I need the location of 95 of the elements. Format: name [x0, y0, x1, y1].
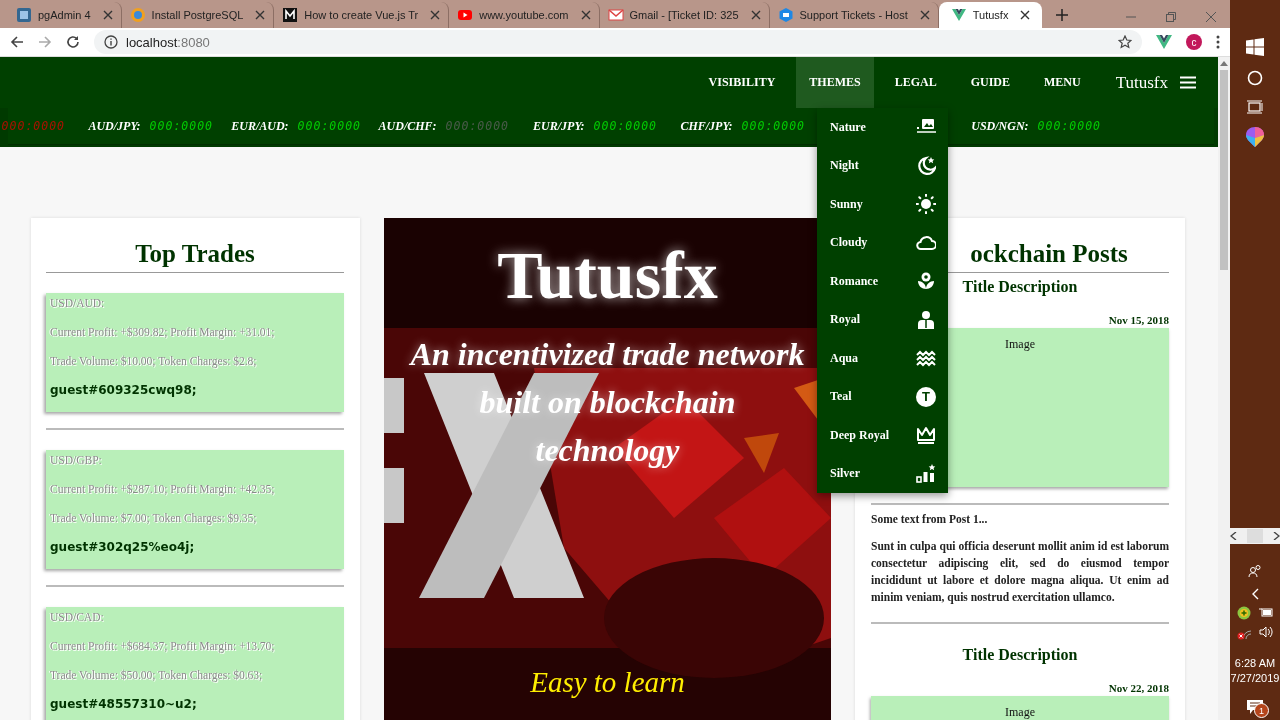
nav-link[interactable]: THEMES	[796, 57, 874, 108]
favicon-icon	[457, 7, 474, 23]
task-view-icon[interactable]	[1247, 100, 1263, 114]
nav-link[interactable]: MENU	[1031, 57, 1094, 108]
favicon-icon	[607, 7, 624, 23]
trade-volume: Trade Volume: $10.00; Token Charges: $2.8;	[50, 354, 258, 370]
nav-link[interactable]: GUIDE	[957, 57, 1024, 108]
scrollbar-thumb[interactable]	[1220, 70, 1228, 270]
theme-option[interactable]: Silver	[817, 454, 948, 493]
currency-pair: CHF/JPY:	[680, 118, 733, 134]
scroll-right-icon[interactable]	[1272, 532, 1280, 540]
trade-user: guest#48557310~u2;	[50, 696, 198, 712]
plus-badge-icon[interactable]	[1237, 606, 1251, 620]
image-label: Image	[1005, 705, 1035, 719]
favicon-icon	[16, 7, 32, 23]
theme-option[interactable]: Teal T	[817, 377, 948, 416]
brand-name: Tutusfx	[1115, 71, 1168, 94]
person-icon	[916, 309, 936, 330]
back-icon[interactable]	[10, 35, 24, 49]
rate-value: 000:0000	[297, 118, 361, 133]
rate-value: 000:0000	[1037, 118, 1101, 133]
trade-user: guest#609325cwq98;	[50, 382, 198, 398]
waves-icon	[916, 348, 936, 369]
post-title: Title Description	[962, 278, 1078, 296]
post-body: Sunt in culpa qui officia deserunt mollit anim id est laborum consectetur adipiscing elit, sed do eiusmod tempor incididunt ut labore et dolore magna aliqua. Ut enim ad minim veniam, quis nostrud exercitation ullamco.	[871, 539, 1169, 606]
theme-option[interactable]: Royal	[817, 300, 948, 339]
restore-icon[interactable]	[1166, 12, 1176, 22]
nav-link[interactable]: VISIBILITY	[695, 57, 789, 108]
trade-pair: USD/CAD:	[50, 610, 105, 625]
clock-date: 7/27/2019	[1230, 671, 1280, 686]
battery-plug-icon[interactable]	[1259, 606, 1273, 618]
rate-value: 000:0000	[445, 118, 509, 133]
profile-avatar[interactable]: c	[1186, 34, 1202, 50]
currency-pair: EUR/JPY:	[533, 118, 585, 134]
star-icon[interactable]	[1118, 35, 1132, 49]
theme-option[interactable]: Aqua	[817, 339, 948, 378]
trade-profit: Current Profit: +$684.37; Profit Margin: +13.70;	[50, 639, 276, 655]
bar-chart-star-icon	[916, 463, 936, 484]
post-date: Nov 15, 2018	[1108, 314, 1169, 326]
post-date: Nov 22, 2018	[1108, 682, 1169, 694]
favicon-icon	[777, 7, 794, 23]
trade-volume: Trade Volume: $50.00; Token Charges: $0.63;	[50, 668, 264, 684]
volume-icon[interactable]	[1259, 626, 1273, 638]
trade-pair: USD/AUD:	[50, 296, 106, 311]
paint-app-icon[interactable]	[1245, 126, 1265, 148]
reload-icon[interactable]	[66, 35, 80, 49]
rate-value: 000:0000	[1, 119, 65, 133]
letter-icon: T	[916, 386, 936, 407]
clock-time: 6:28 AM	[1233, 656, 1277, 671]
close-icon[interactable]	[1020, 10, 1031, 20]
vue-icon[interactable]	[1156, 35, 1172, 49]
scroll-up-icon[interactable]	[1220, 60, 1228, 66]
crown-icon	[916, 425, 936, 446]
address-field[interactable]: localhost:8080	[94, 30, 1142, 54]
hero-caption: Easy to learn	[529, 666, 686, 699]
favicon-icon	[950, 7, 967, 23]
post-title: Title Description	[962, 646, 1078, 664]
moon-star-icon	[916, 155, 936, 176]
scroll-left-icon[interactable]	[1230, 532, 1238, 540]
theme-option[interactable]: Night	[817, 146, 948, 185]
info-icon	[104, 35, 118, 49]
people-icon[interactable]	[1248, 564, 1262, 578]
windows-logo-icon[interactable]	[1246, 38, 1264, 56]
hero-title: Tutusfx	[496, 236, 719, 315]
nav-link[interactable]: LEGAL	[881, 57, 950, 108]
section-heading: Top Trades	[46, 240, 344, 273]
menu-icon[interactable]	[1180, 76, 1196, 89]
more-icon[interactable]	[1216, 35, 1220, 49]
rate-value: 000:0000	[741, 118, 805, 133]
theme-option[interactable]: Deep Royal	[817, 416, 948, 455]
search-icon[interactable]	[1247, 70, 1263, 86]
trade-profit: Current Profit: +$309.82; Profit Margin: +31.01;	[50, 325, 276, 341]
sun-icon	[916, 194, 936, 215]
currency-pair: AUD/CHF:	[378, 118, 437, 134]
trade-user: guest#302q25%eo4j;	[50, 539, 196, 555]
rate-value: 000:0000	[149, 118, 213, 133]
trade-volume: Trade Volume: $7.00; Token Charges: $9.35;	[50, 511, 258, 527]
new-tab-icon[interactable]	[1056, 9, 1069, 21]
favicon-icon	[129, 7, 146, 23]
theme-option[interactable]: Nature	[817, 108, 948, 147]
trade-pair: USD/GBP:	[50, 453, 103, 468]
chevron-left-icon[interactable]	[1251, 588, 1259, 600]
post-excerpt: Some text from Post 1...	[871, 513, 989, 525]
currency-pair: USD/NGN:	[971, 118, 1029, 134]
flower-icon	[916, 271, 936, 292]
trade-profit: Current Profit: +$287.10; Profit Margin: +42.35;	[50, 482, 276, 498]
browser-tab[interactable]: Tutusfx	[938, 2, 1043, 28]
favicon-icon	[282, 7, 299, 23]
scrollbar-thumb[interactable]	[1247, 529, 1263, 543]
rate-value: 000:0000	[593, 118, 657, 133]
currency-pair: EUR/AUD:	[231, 118, 289, 134]
image-label: Image	[1005, 337, 1035, 351]
currency-pair: AUD/JPY:	[88, 118, 141, 134]
notification-badge: 1	[1254, 703, 1269, 718]
theme-option[interactable]: Sunny	[817, 185, 948, 224]
